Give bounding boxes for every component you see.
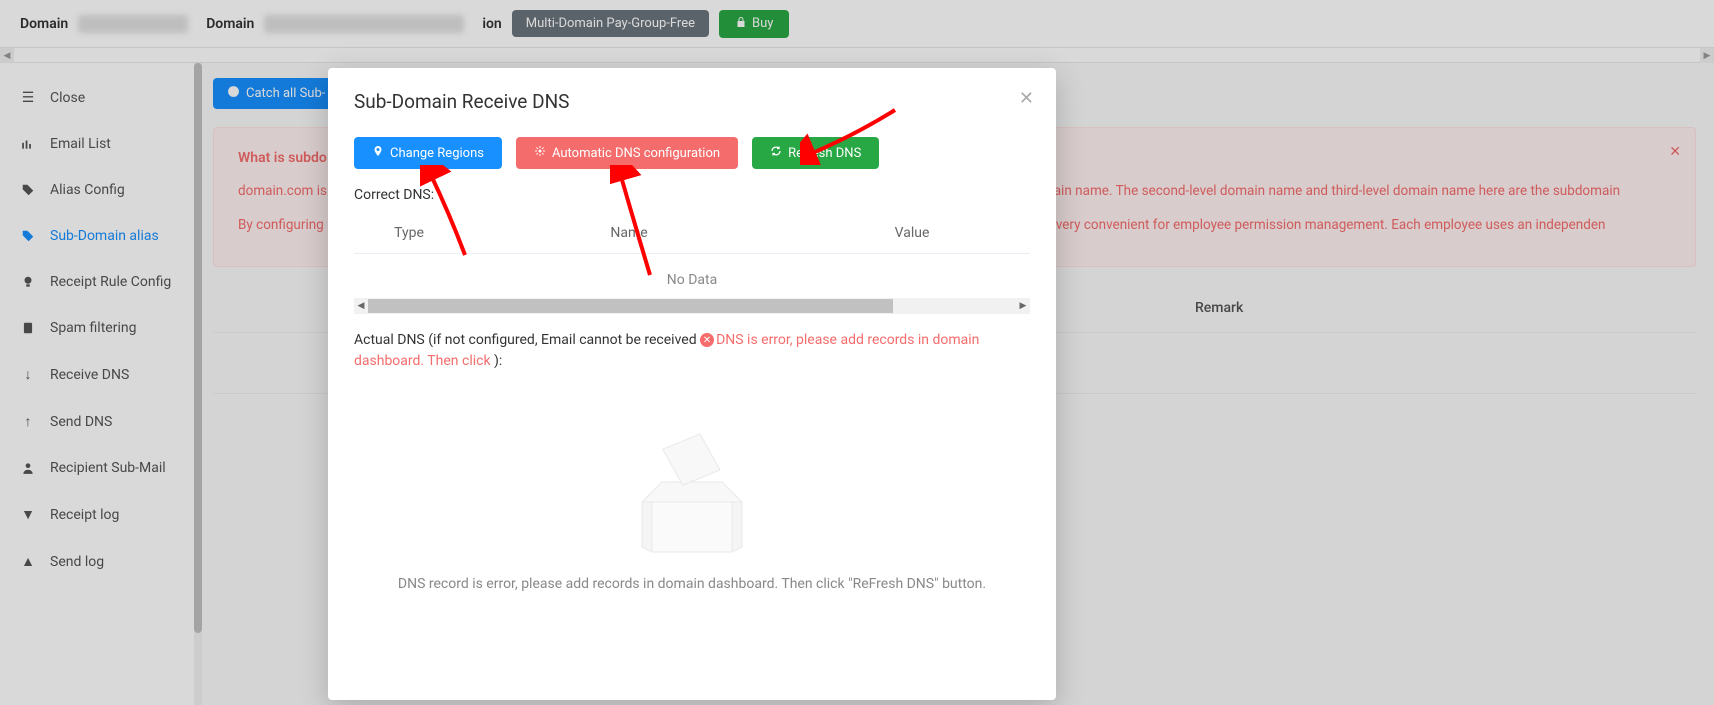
location-icon (372, 145, 384, 161)
refresh-icon (770, 145, 782, 161)
empty-box-illustration (612, 402, 772, 562)
error-icon: ✕ (700, 333, 714, 347)
modal-title: Sub-Domain Receive DNS (354, 90, 1030, 113)
scroll-left-icon[interactable]: ◀ (354, 301, 368, 311)
empty-footer-text: DNS record is error, please add records … (354, 576, 1030, 592)
col-name: Name (464, 225, 794, 241)
automatic-dns-button[interactable]: Automatic DNS configuration (516, 137, 738, 169)
correct-dns-label: Correct DNS: (354, 187, 1030, 203)
dns-modal: ✕ Sub-Domain Receive DNS Change Regions … (328, 68, 1056, 700)
modal-horizontal-scrollbar[interactable]: ◀ ▶ (354, 298, 1030, 314)
actual-dns-text: Actual DNS (if not configured, Email can… (354, 330, 1030, 372)
col-value: Value (794, 225, 1030, 241)
modal-close-icon[interactable]: ✕ (1019, 88, 1034, 109)
refresh-dns-button[interactable]: Refresh DNS (752, 137, 879, 169)
change-regions-button[interactable]: Change Regions (354, 137, 502, 169)
col-type: Type (354, 225, 464, 241)
dns-table-header: Type Name Value (354, 213, 1030, 254)
no-data-text: No Data (354, 254, 1030, 298)
gear-icon (534, 145, 546, 161)
scroll-right-icon[interactable]: ▶ (1016, 301, 1030, 311)
